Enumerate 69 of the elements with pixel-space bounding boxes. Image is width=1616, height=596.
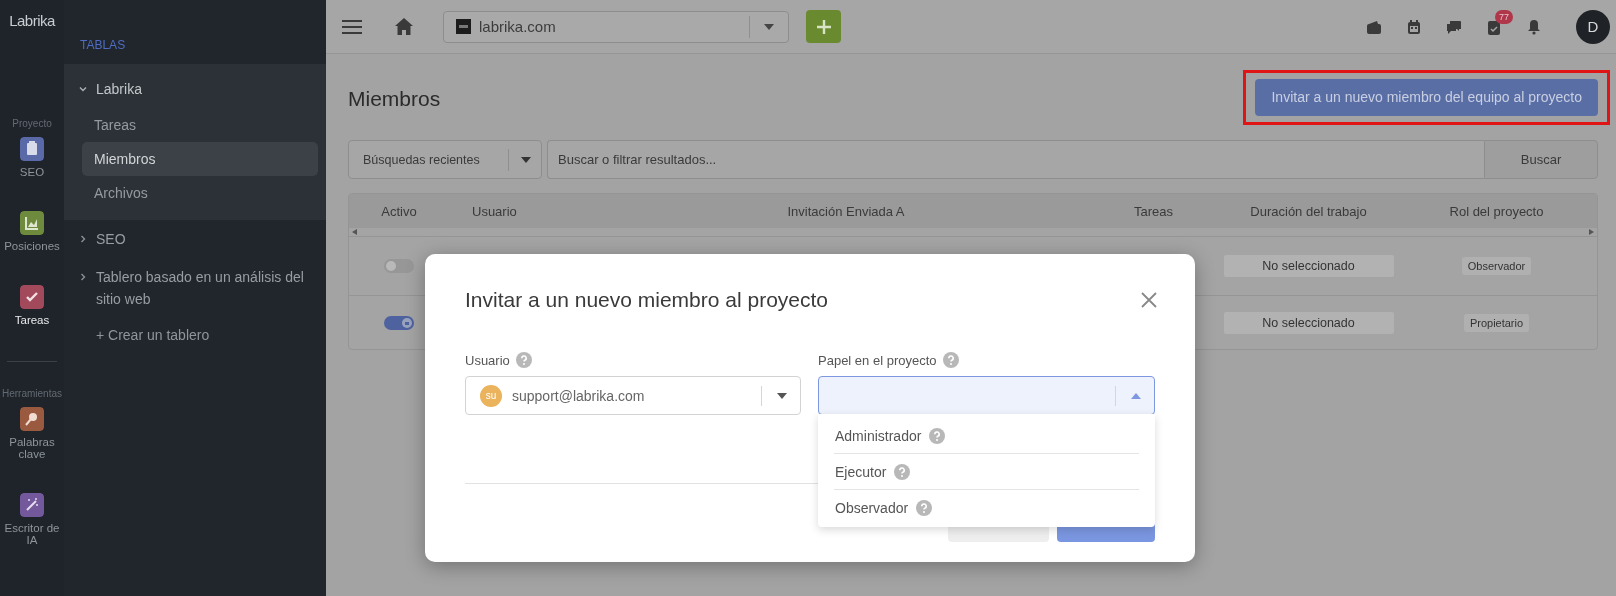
chevron-icon[interactable]	[78, 272, 88, 282]
sidebar-item[interactable]: Tareas	[82, 108, 318, 142]
rail-icon[interactable]	[20, 285, 44, 309]
sidebar-item[interactable]: Tablero basado en un análisis del sitio web	[96, 266, 326, 310]
close-icon[interactable]	[1141, 292, 1157, 308]
user-avatar: su	[480, 384, 502, 407]
plus-icon[interactable]	[815, 18, 832, 35]
bell-icon[interactable]	[1526, 18, 1542, 35]
column-header: Activo	[380, 203, 418, 219]
calendar-icon[interactable]	[1406, 18, 1422, 35]
sidebar-item[interactable]: Archivos	[82, 176, 318, 210]
scroll-left-icon[interactable]	[352, 229, 357, 235]
notification-badge: 77	[1495, 9, 1513, 24]
wallet-icon[interactable]	[1366, 18, 1382, 35]
field-label: Usuario	[465, 352, 510, 368]
sidebar-item[interactable]: SEO	[96, 228, 326, 250]
site-logo-icon	[456, 19, 471, 34]
recent-searches-select[interactable]: Búsquedas recientes	[348, 140, 542, 179]
caret-icon[interactable]	[777, 392, 787, 399]
dropdown-option[interactable]: Administrador	[835, 427, 922, 444]
caret-icon[interactable]	[764, 23, 774, 30]
role-tag: Propietario	[1463, 313, 1530, 332]
toggle-switch[interactable]	[384, 259, 414, 273]
caret-icon[interactable]	[521, 156, 531, 163]
role-tag: Observador	[1461, 257, 1532, 275]
dropdown-option[interactable]: Ejecutor	[835, 463, 887, 480]
task-list-icon[interactable]	[1486, 18, 1502, 35]
column-header: Duración del trabajo	[1249, 203, 1368, 219]
duration-cell: No seleccionado	[1223, 311, 1394, 334]
rail-icon[interactable]	[20, 211, 44, 235]
menu-icon[interactable]	[342, 18, 362, 35]
column-header: Invitación Enviada A	[786, 203, 906, 219]
page-title: Miembros	[348, 87, 441, 111]
search-button[interactable]: Buscar	[1484, 140, 1598, 179]
chat-icon[interactable]	[1446, 18, 1462, 35]
sidebar-item[interactable]: Labrika	[96, 78, 326, 100]
user-avatar[interactable]: D	[1576, 9, 1610, 44]
app-logo[interactable]: Labrika	[9, 12, 55, 46]
section-label: Herramientas	[2, 388, 62, 399]
add-button[interactable]	[806, 10, 841, 43]
user-select[interactable]: su support@labrika.com	[465, 376, 801, 415]
search-field[interactable]: Buscar o filtrar resultados...	[547, 140, 1484, 179]
role-select[interactable]	[818, 376, 1155, 415]
section-heading: TABLAS	[79, 37, 127, 54]
chevron-icon[interactable]	[78, 84, 88, 94]
rail-icon[interactable]	[20, 407, 44, 431]
rail-icon[interactable]	[20, 137, 44, 161]
field-label: Papel en el proyecto	[818, 352, 937, 368]
column-header: Usuario	[471, 203, 518, 219]
modal-title: Invitar a un nuevo miembro al proyecto	[465, 288, 829, 312]
rail-item[interactable]: SEO	[1, 166, 63, 178]
home-icon[interactable]	[395, 18, 413, 35]
dropdown-option[interactable]: Observador	[835, 499, 909, 516]
toggle-switch[interactable]	[384, 315, 414, 330]
invite-button[interactable]: Invitar a un nuevo miembro del equipo al proyecto	[1255, 78, 1598, 116]
rail-icon[interactable]	[20, 493, 44, 517]
rail-item[interactable]: Palabras clave	[1, 436, 63, 460]
duration-cell: No seleccionado	[1223, 255, 1394, 277]
column-header: Tareas	[1132, 203, 1174, 219]
sidebar-item[interactable]: Miembros	[82, 142, 318, 176]
column-header: Rol del proyecto	[1448, 203, 1545, 219]
section-label: Proyecto	[12, 118, 52, 129]
chevron-icon[interactable]	[78, 234, 88, 244]
create-board-link[interactable]: + Crear un tablero	[64, 318, 326, 352]
rail-item[interactable]: Tareas	[1, 314, 63, 326]
scroll-right-icon[interactable]	[1589, 229, 1594, 235]
rail-item[interactable]: Escritor de IA	[1, 522, 63, 546]
site-select[interactable]: labrika.com	[443, 10, 789, 43]
rail-item[interactable]: Posiciones	[1, 240, 63, 252]
